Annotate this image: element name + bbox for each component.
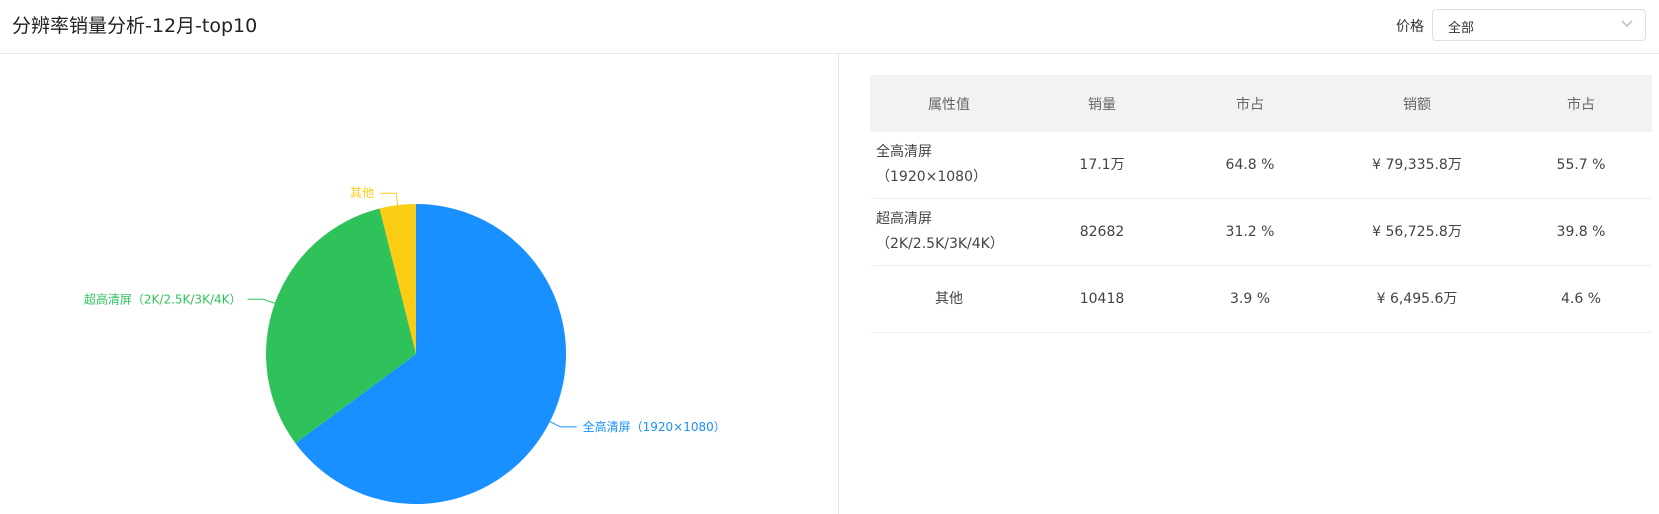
cell-sales: 17.1万 — [1028, 132, 1176, 199]
cell-revenue-share: 4.6 % — [1510, 265, 1652, 333]
cell-revenue: ¥ 79,335.8万 — [1324, 132, 1510, 199]
cell-attribute: 超高清屏（2K/2.5K/3K/4K） — [870, 198, 1028, 266]
page-title: 分辨率销量分析-12月-top10 — [12, 15, 258, 37]
cell-share: 64.8 % — [1176, 132, 1324, 199]
cell-revenue-share: 55.7 % — [1510, 132, 1652, 199]
slice-label: 超高清屏（2K/2.5K/3K/4K） — [84, 291, 242, 306]
slice-label: 全高清屏（1920×1080） — [583, 419, 726, 434]
cell-sales: 82682 — [1028, 198, 1176, 266]
price-filter-value: 全部 — [1448, 21, 1475, 36]
price-filter-select[interactable]: 全部 — [1432, 9, 1646, 41]
column-header-sales: 销量 — [1028, 75, 1176, 132]
label-leader-line — [380, 192, 399, 206]
cell-revenue: ¥ 6,495.6万 — [1324, 265, 1510, 333]
resolution-pie-chart: 全高清屏（1920×1080） 超高清屏（2K/2.5K/3K/4K） 其他 — [0, 54, 838, 514]
panel-divider — [838, 54, 839, 514]
column-header-revenue: 销额 — [1324, 75, 1510, 132]
chevron-down-icon — [1621, 20, 1633, 27]
slice-label: 其他 — [350, 186, 374, 200]
cell-revenue-share: 39.8 % — [1510, 198, 1652, 266]
column-header-share: 市占 — [1176, 75, 1324, 132]
cell-share: 31.2 % — [1176, 198, 1324, 266]
sales-table-container: 属性值 销量 市占 销额 市占 全高清屏（1920×1080） 17.1万 64… — [870, 75, 1652, 333]
label-leader-line — [247, 298, 275, 304]
cell-share: 3.9 % — [1176, 265, 1324, 333]
table-header-row: 属性值 销量 市占 销额 市占 — [870, 75, 1652, 132]
table-row: 超高清屏（2K/2.5K/3K/4K） 82682 31.2 % ¥ 56,72… — [870, 198, 1652, 266]
cell-sales: 10418 — [1028, 265, 1176, 333]
column-header-revenue-share: 市占 — [1510, 75, 1652, 132]
label-leader-line — [549, 421, 577, 428]
cell-attribute: 全高清屏（1920×1080） — [870, 132, 1028, 199]
page-header: 分辨率销量分析-12月-top10 价格 全部 — [0, 0, 1659, 54]
column-header-attribute: 属性值 — [870, 75, 1028, 132]
cell-attribute: 其他 — [870, 265, 1028, 333]
pie-chart-svg: 全高清屏（1920×1080） 超高清屏（2K/2.5K/3K/4K） 其他 — [84, 186, 726, 504]
table-row: 其他 10418 3.9 % ¥ 6,495.6万 4.6 % — [870, 265, 1652, 333]
sales-table: 属性值 销量 市占 销额 市占 全高清屏（1920×1080） 17.1万 64… — [870, 75, 1652, 333]
price-filter-label: 价格 — [1396, 19, 1424, 35]
table-row: 全高清屏（1920×1080） 17.1万 64.8 % ¥ 79,335.8万… — [870, 132, 1652, 199]
cell-revenue: ¥ 56,725.8万 — [1324, 198, 1510, 266]
